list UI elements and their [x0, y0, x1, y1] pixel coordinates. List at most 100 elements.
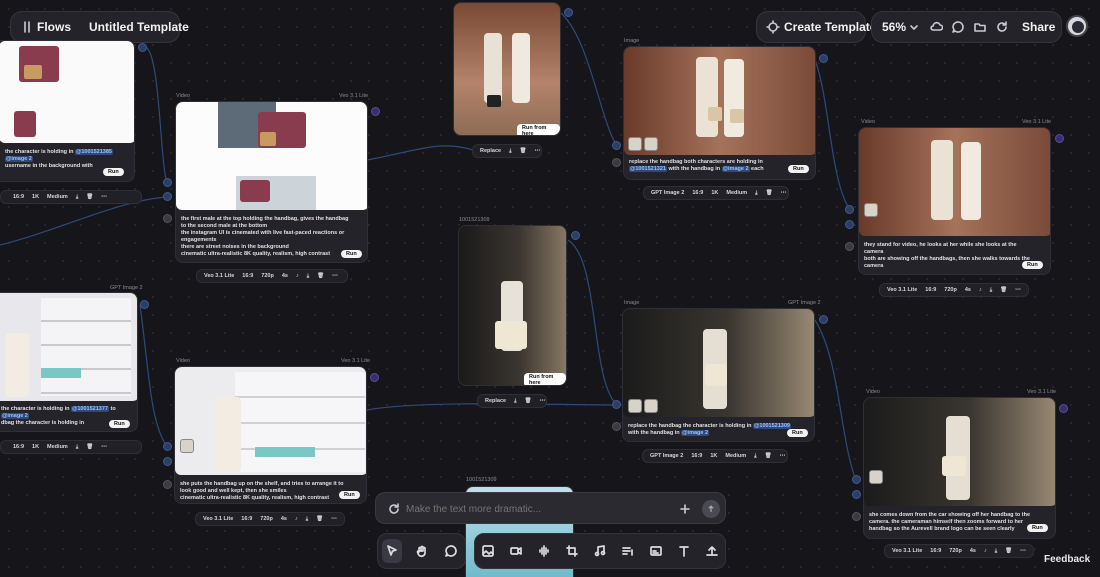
- chevron-down-icon[interactable]: [906, 19, 922, 35]
- trash-icon[interactable]: 🗑: [525, 398, 532, 404]
- run-button[interactable]: Run: [339, 491, 360, 499]
- trash-icon[interactable]: 🗑: [765, 453, 772, 459]
- reference-thumbs[interactable]: [180, 439, 194, 453]
- create-template-button[interactable]: Create Template: [756, 11, 876, 43]
- text-port[interactable]: [612, 158, 621, 167]
- pan-tool-button[interactable]: [412, 539, 432, 563]
- prompt-text[interactable]: she puts the handbag up on the shelf, an…: [180, 481, 360, 502]
- download-icon[interactable]: ⤓: [307, 273, 309, 280]
- trash-icon[interactable]: 🗑: [1000, 287, 1007, 293]
- upload-button[interactable]: [703, 539, 721, 563]
- download-icon[interactable]: ⤓: [509, 148, 511, 155]
- volume-icon[interactable]: ♪: [295, 516, 298, 522]
- input-port[interactable]: [163, 442, 172, 451]
- output-port[interactable]: [370, 373, 379, 382]
- download-icon[interactable]: ⤓: [995, 548, 997, 555]
- input-port[interactable]: [163, 178, 172, 187]
- list-node-button[interactable]: [619, 539, 637, 563]
- folder-icon[interactable]: [972, 19, 988, 35]
- input-port[interactable]: [852, 475, 861, 484]
- output-port[interactable]: [371, 107, 380, 116]
- reference-thumbs[interactable]: [628, 399, 658, 413]
- image-card-ref[interactable]: Run from here: [453, 2, 561, 136]
- video-node-button[interactable]: [507, 539, 525, 563]
- run-button[interactable]: Run: [787, 429, 808, 437]
- download-icon[interactable]: ⤓: [990, 287, 992, 294]
- image-card-7[interactable]: the character is holding in @1001521377 …: [0, 292, 138, 432]
- download-icon[interactable]: ⤓: [754, 453, 756, 460]
- trash-icon[interactable]: 🗑: [316, 516, 323, 522]
- flows-button[interactable]: Flows: [37, 20, 71, 34]
- avatar[interactable]: [1066, 15, 1088, 37]
- trash-icon[interactable]: 🗑: [86, 444, 93, 450]
- comment-icon[interactable]: [950, 19, 966, 35]
- download-icon[interactable]: ⤓: [76, 444, 78, 451]
- more-icon[interactable]: ⋯: [1015, 287, 1021, 293]
- text-port[interactable]: [845, 242, 854, 251]
- chat-input[interactable]: [406, 500, 656, 518]
- more-icon[interactable]: ⋯: [781, 190, 787, 196]
- more-icon[interactable]: ⋯: [332, 273, 338, 279]
- audio-node-button[interactable]: [535, 539, 553, 563]
- trash-icon[interactable]: 🗑: [317, 273, 324, 279]
- prompt-text[interactable]: they stand for video, he looks at her wh…: [864, 242, 1044, 270]
- download-icon[interactable]: ⤓: [306, 516, 308, 523]
- output-port[interactable]: [564, 8, 573, 17]
- reference-thumbs[interactable]: [869, 470, 883, 484]
- upscale-node-button[interactable]: [563, 539, 581, 563]
- prompt-text[interactable]: the character is holding in @1001521385 @…: [5, 149, 125, 170]
- run-button[interactable]: Run: [1027, 524, 1048, 532]
- output-port[interactable]: [819, 315, 828, 324]
- cloud-icon[interactable]: [928, 19, 944, 35]
- select-tool-button[interactable]: [382, 539, 402, 563]
- input-port[interactable]: [163, 192, 172, 201]
- comment-tool-button[interactable]: [441, 539, 461, 563]
- input-port[interactable]: [845, 220, 854, 229]
- plus-icon[interactable]: [677, 501, 693, 517]
- trash-icon[interactable]: 🗑: [1005, 548, 1012, 554]
- text-port[interactable]: [852, 512, 861, 521]
- text-node-button[interactable]: [675, 539, 693, 563]
- refresh-icon[interactable]: [386, 501, 402, 517]
- prompt-text[interactable]: the first male at the top holding the ha…: [181, 216, 361, 258]
- video-card-5[interactable]: they stand for video, he looks at her wh…: [858, 127, 1051, 275]
- video-card-2[interactable]: the first male at the top holding the ha…: [175, 101, 368, 263]
- music-node-button[interactable]: [591, 539, 609, 563]
- run-button[interactable]: Run: [341, 250, 362, 258]
- input-port[interactable]: [612, 141, 621, 150]
- more-icon[interactable]: ⋯: [101, 194, 107, 200]
- image-node-button[interactable]: [479, 539, 497, 563]
- trash-icon[interactable]: 🗑: [766, 190, 773, 196]
- image-card-9[interactable]: replace the handbag the character is hol…: [622, 308, 815, 442]
- video-card-8[interactable]: she puts the handbag up on the shelf, an…: [174, 366, 367, 504]
- chat-input-box[interactable]: [375, 492, 726, 524]
- run-from-here-button[interactable]: Run from here: [524, 373, 566, 385]
- more-icon[interactable]: ⋯: [1020, 548, 1026, 554]
- download-icon[interactable]: ⤓: [514, 398, 516, 405]
- output-port[interactable]: [819, 54, 828, 63]
- prompt-text[interactable]: replace the handbag the character is hol…: [628, 423, 808, 437]
- run-from-here-button[interactable]: Run from here: [517, 124, 560, 135]
- volume-icon[interactable]: ♪: [296, 273, 299, 279]
- video-card-10[interactable]: she comes down from the car showing off …: [863, 397, 1056, 539]
- run-button[interactable]: Run: [788, 165, 809, 173]
- run-button[interactable]: Run: [109, 420, 130, 428]
- volume-icon[interactable]: ♪: [979, 287, 982, 293]
- output-port[interactable]: [138, 43, 147, 52]
- text-port[interactable]: [163, 480, 172, 489]
- feedback-button[interactable]: Feedback: [1036, 551, 1099, 569]
- zoom-level[interactable]: 56%: [882, 20, 906, 34]
- more-icon[interactable]: ⋯: [780, 453, 786, 459]
- run-button[interactable]: Run: [103, 168, 124, 176]
- run-button[interactable]: Run: [1022, 261, 1043, 269]
- more-icon[interactable]: ⋯: [101, 444, 107, 450]
- prompt-text[interactable]: she comes down from the car showing off …: [869, 512, 1049, 533]
- caption-node-button[interactable]: [647, 539, 665, 563]
- input-port[interactable]: [845, 205, 854, 214]
- more-icon[interactable]: ⋯: [331, 516, 337, 522]
- output-port[interactable]: [140, 300, 149, 309]
- more-icon[interactable]: ⋯: [540, 398, 546, 404]
- image-card-4[interactable]: replace the handbag both characters are …: [623, 46, 816, 180]
- trash-icon[interactable]: 🗑: [86, 194, 93, 200]
- send-button[interactable]: [702, 500, 720, 518]
